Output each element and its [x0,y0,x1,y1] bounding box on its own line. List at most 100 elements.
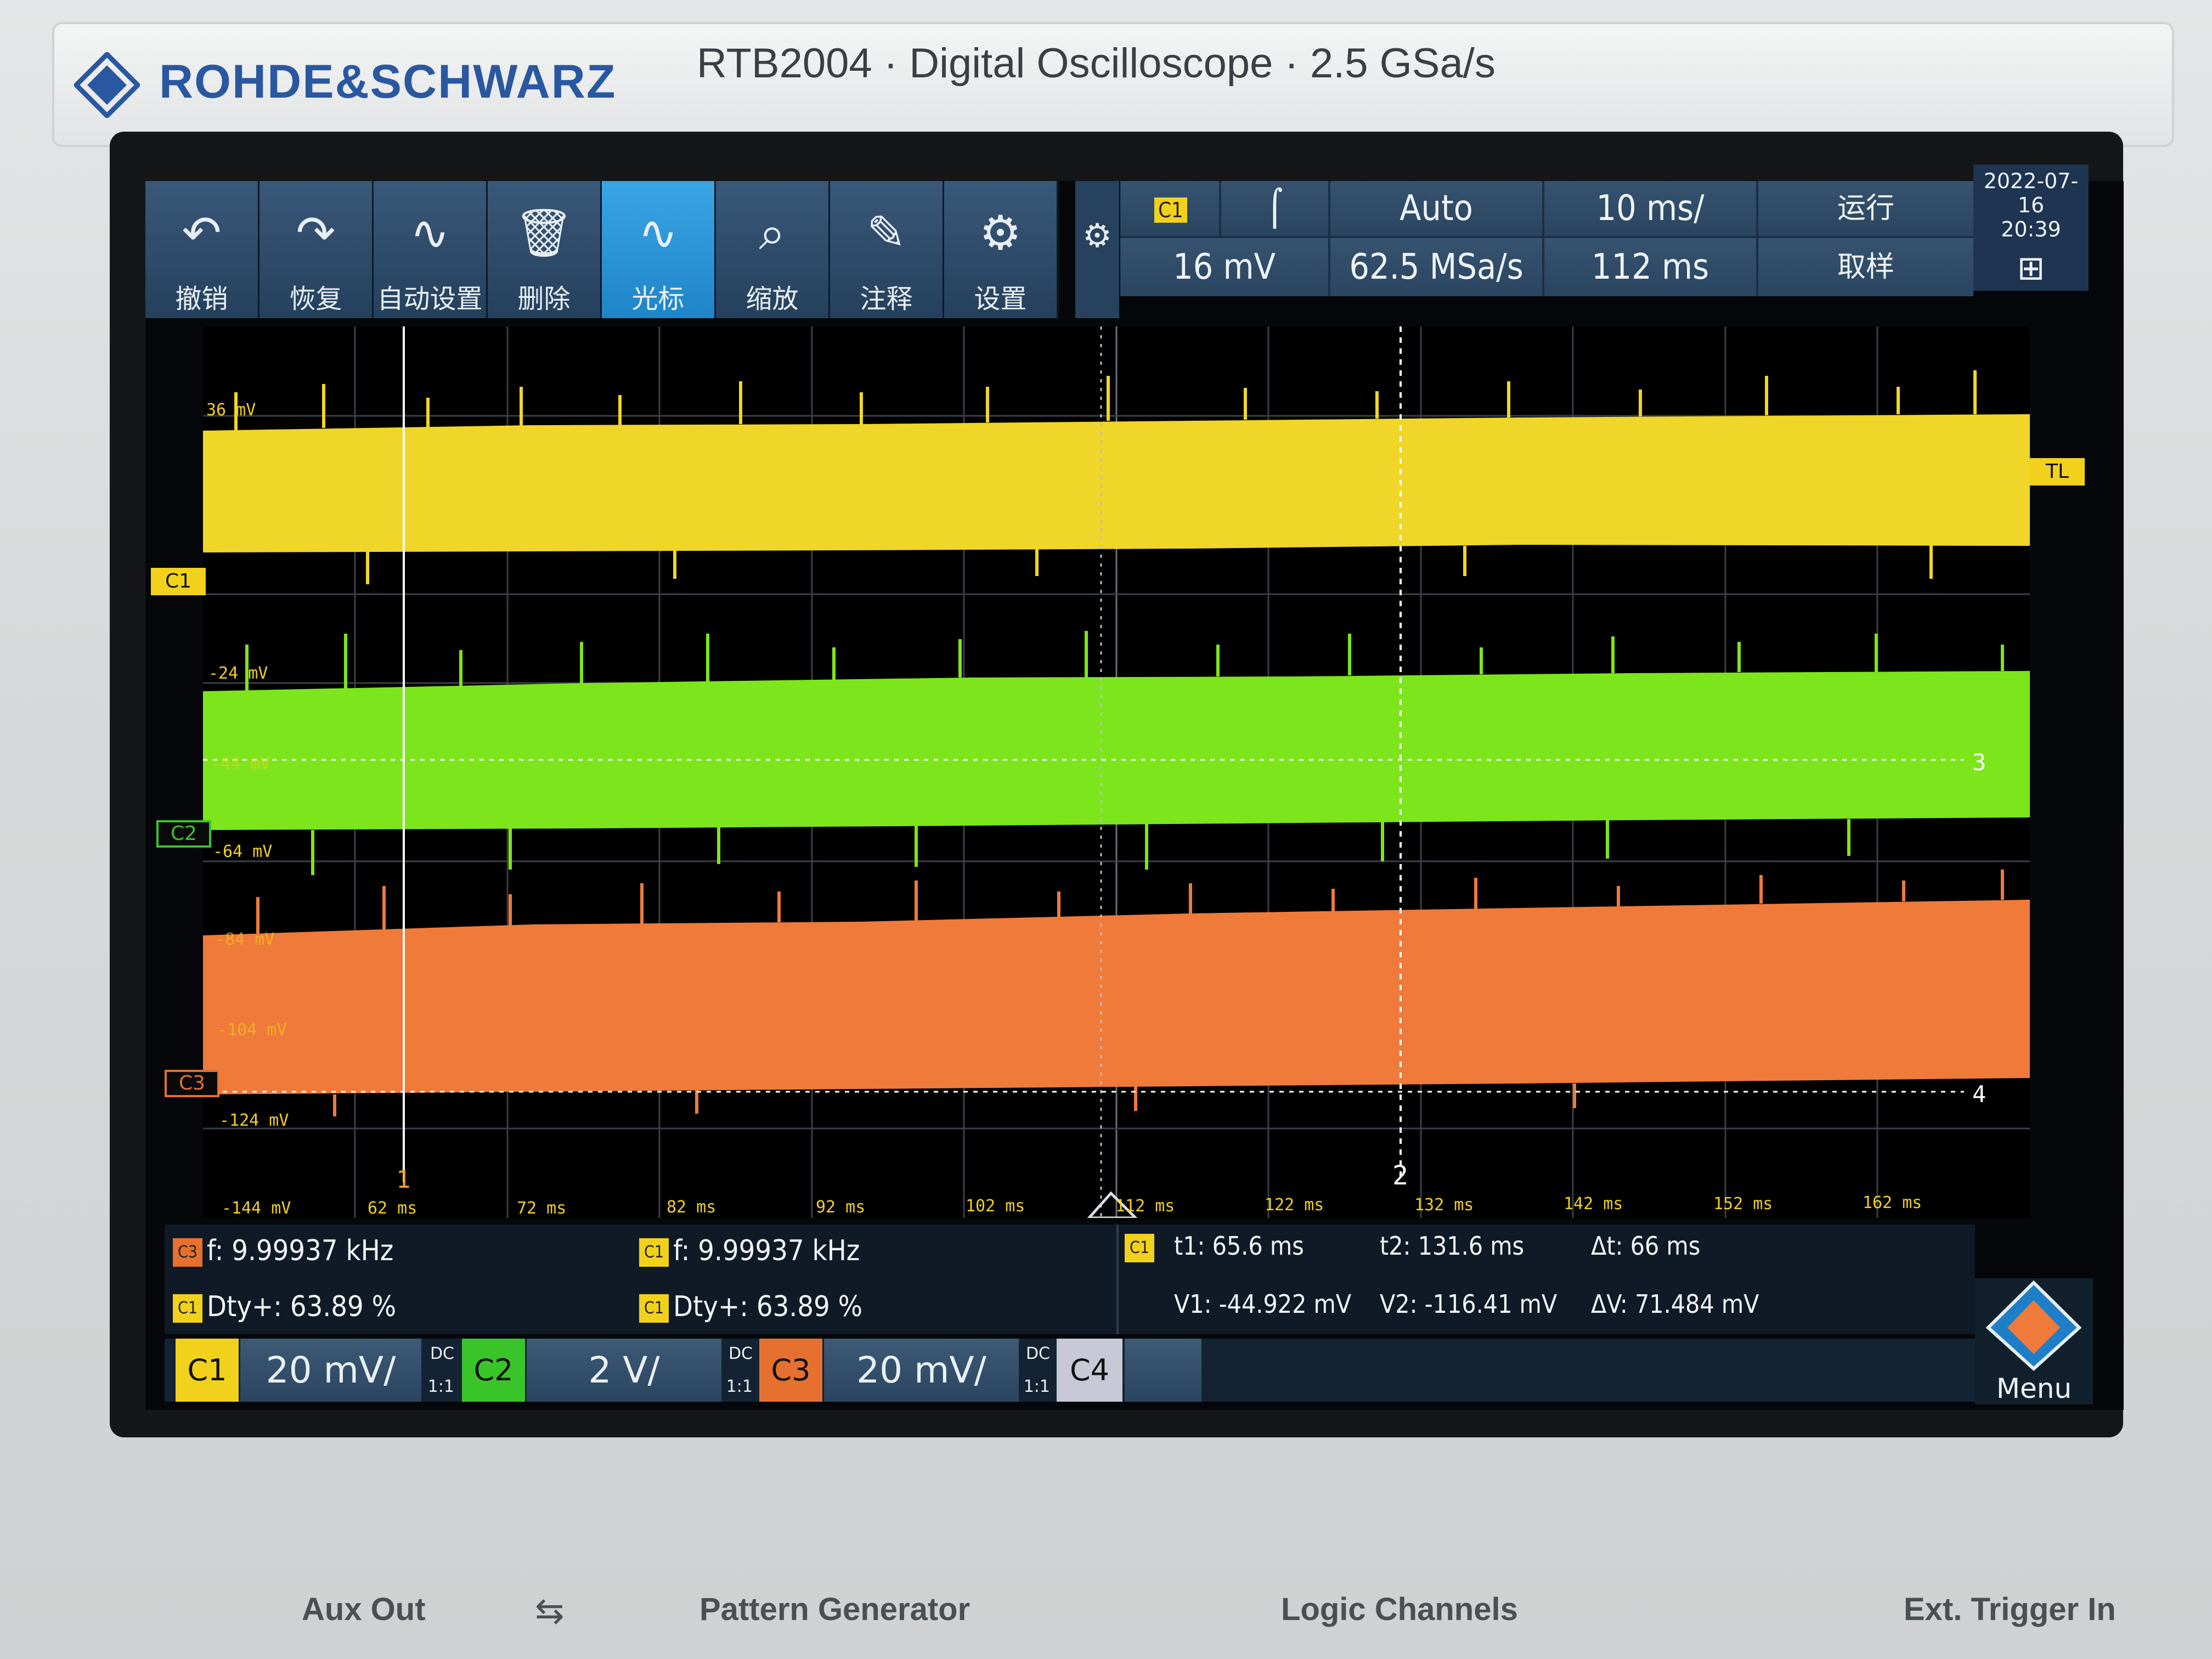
voltage-label: -124 mV [219,1111,289,1130]
cursor2-tag[interactable]: 2 [1392,1160,1408,1191]
gear-icon: ⚙ [979,206,1022,261]
time-label: 62 ms [368,1199,417,1218]
c1-duty-value: Dty+: 63.89 % [673,1290,863,1323]
undo-button[interactable]: ↶ 撤销 [145,181,260,318]
cursor-delta-t: Δt: 66 ms [1591,1231,1701,1261]
network-icon: ⊞ [2017,249,2045,287]
c3-frequency-measurement[interactable]: C3 f: 9.99937 kHz [173,1234,393,1267]
c1-frequency-value: f: 9.99937 kHz [673,1234,860,1267]
aux-out-label: Aux Out [302,1592,426,1627]
menu-label: Menu [1996,1373,2072,1404]
sample-rate: 62.5 MSa/s [1330,238,1542,296]
c1-duty-measurement-2[interactable]: C1 Dty+: 63.89 % [639,1290,862,1323]
trigger-level[interactable]: 16 mV [1120,238,1328,296]
c3-scale: 20 mV/ [824,1339,1019,1402]
zoom-button[interactable]: ⌕ 缩放 [716,181,831,318]
c3-coupling: DC [1025,1344,1050,1363]
delete-button[interactable]: 🗑 删除 [488,181,602,318]
redo-button[interactable]: ↷ 恢复 [259,181,374,318]
autoset-button[interactable]: ∿ 自动设置 [374,181,488,318]
ref3-tag: 3 [1972,749,1987,776]
pencil-icon: ✎ [866,206,906,261]
trigger-mode[interactable]: Auto [1330,181,1542,236]
brand-name: ROHDE&SCHWARZ [159,55,617,108]
rs-logo-icon [74,52,140,118]
delete-label: 删除 [517,284,571,314]
run-stop-state[interactable]: 运行 [1758,181,1973,236]
time-label: 162 ms [1863,1193,1922,1212]
c3-channel-button[interactable]: C3 20 mV/ DC 1:1 [759,1339,1053,1402]
time-label: 72 ms [517,1199,567,1218]
time-label: 152 ms [1713,1194,1773,1214]
time-label: 142 ms [1564,1194,1623,1214]
menu-button[interactable]: Menu [1975,1278,2093,1404]
c2-coupling: DC [728,1344,753,1363]
c3-offset-marker[interactable]: C3 [165,1070,219,1097]
rs-menu-logo-icon [1985,1280,2082,1372]
pattern-generator-label: Pattern Generator [699,1592,970,1627]
time-label: 82 ms [667,1198,716,1217]
c1-duty-measurement[interactable]: C1 Dty+: 63.89 % [173,1290,396,1323]
c1-coupling: DC [430,1344,454,1363]
c3-frequency-value: f: 9.99937 kHz [207,1234,394,1267]
c2-offset-marker[interactable]: C2 [156,820,211,848]
annotate-button[interactable]: ✎ 注释 [830,181,945,318]
voltage-label: -84 mV [215,930,275,949]
cursor-source-chip: C1 [1125,1233,1154,1262]
redo-icon: ↷ [296,206,336,261]
voltage-label: -104 mV [217,1020,287,1040]
redo-label: 恢复 [289,284,342,314]
c2-tag: C2 [462,1339,525,1402]
time-scale[interactable]: 10 ms/ [1544,181,1756,236]
c1-probe: 1:1 [427,1377,454,1396]
c2-channel-button[interactable]: C2 2 V/ DC 1:1 [462,1339,755,1402]
voltage-label: -24 mV [208,664,268,683]
annotate-label: 注释 [860,284,913,314]
date: 2022-07-16 [1983,169,2079,217]
c3-tag: C3 [759,1339,822,1402]
cursor-button[interactable]: ∿ 光标 [602,181,716,318]
trigger-source-chip: C1 [1154,198,1187,223]
waveform-grid[interactable]: 36 mV -24 mV -44 mV -64 mV -84 mV -104 m… [203,326,2030,1218]
model-line: RTB2004 · Digital Oscilloscope · 2.5 GSa… [697,40,1496,87]
voltage-label: -144 mV [222,1199,291,1218]
c3-probe: 1:1 [1023,1377,1050,1396]
measurement-panel: C3 f: 9.99937 kHz C1 Dty+: 63.89 % C1 f: 9.… [165,1224,1975,1334]
cursor-source[interactable]: C1 [1125,1231,1159,1262]
trash-icon: 🗑 [514,206,574,261]
acquire-mode[interactable]: 取样 [1758,238,1973,296]
voltage-label: 36 mV [206,400,256,420]
time-position[interactable]: 112 ms [1544,238,1756,296]
c1-frequency-measurement[interactable]: C1 f: 9.99937 kHz [639,1234,860,1267]
voltage-label: -64 mV [213,842,273,861]
time-label: 132 ms [1414,1195,1474,1215]
cursor1-tag[interactable]: 1 [396,1166,411,1194]
quick-settings-gear-icon[interactable]: ⚙ [1075,181,1119,318]
time: 20:39 [2001,217,2061,241]
c4-empty-slot [1125,1339,1201,1402]
autoset-label: 自动设置 [377,284,483,314]
measurement-divider [1116,1224,1119,1334]
cursor-label: 光标 [631,284,685,314]
c1-chip: C1 [639,1238,669,1267]
trigger-source-cell[interactable]: C1 [1120,181,1219,236]
c4-channel-button[interactable]: C4 [1057,1339,1205,1402]
settings-button[interactable]: ⚙ 设置 [944,181,1059,318]
time-label: 92 ms [816,1198,866,1217]
datetime-panel: 2022-07-16 20:39 ⊞ [1973,165,2089,291]
c3-chip: C3 [173,1238,202,1267]
usb-icon: ⇆ [535,1591,565,1632]
time-label: 102 ms [966,1197,1025,1216]
trigger-slope-icon[interactable]: ⌠ [1221,181,1328,236]
c1-tag: C1 [176,1339,239,1402]
cursor-delta-v: ΔV: 71.484 mV [1591,1289,1759,1319]
zoom-icon: ⌕ [759,206,786,261]
c1-channel-button[interactable]: C1 20 mV/ DC 1:1 [165,1339,458,1402]
sine-wave-icon: ∿ [638,206,678,261]
c1-chip: C1 [173,1294,202,1323]
trigger-level-marker[interactable]: TL [2030,458,2085,486]
c1-offset-marker[interactable]: C1 [151,568,206,595]
c1-duty-value: Dty+: 63.89 % [207,1290,397,1323]
c4-tag: C4 [1057,1339,1122,1402]
time-label: 122 ms [1265,1195,1324,1215]
